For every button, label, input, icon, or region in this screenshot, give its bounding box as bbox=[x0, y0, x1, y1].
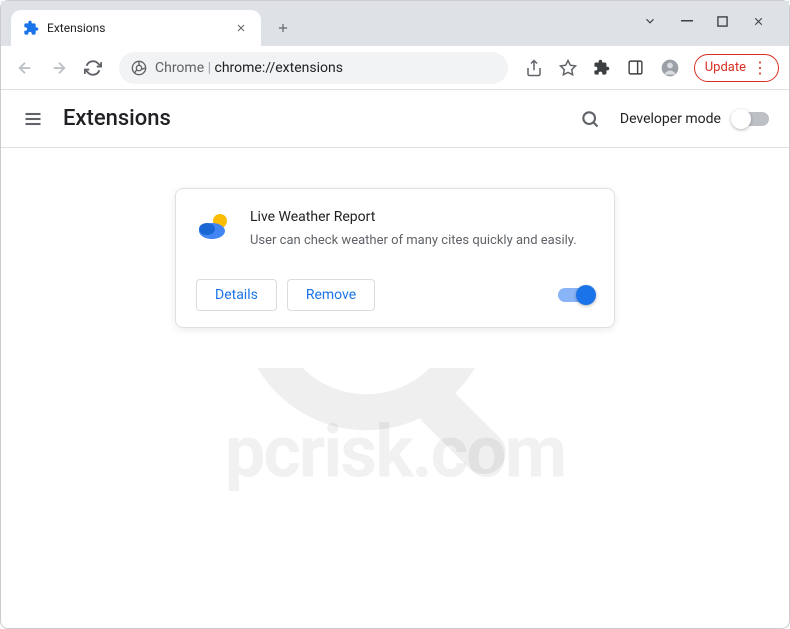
extension-card: Live Weather Report User can check weath… bbox=[175, 188, 615, 328]
browser-tab[interactable]: Extensions bbox=[11, 10, 261, 46]
extension-card-top: Live Weather Report User can check weath… bbox=[176, 189, 614, 271]
tab-title: Extensions bbox=[47, 21, 225, 35]
remove-button[interactable]: Remove bbox=[287, 279, 375, 311]
developer-mode-label: Developer mode bbox=[620, 111, 721, 127]
page-header: Extensions Developer mode bbox=[1, 90, 789, 148]
close-button[interactable] bbox=[752, 15, 765, 28]
sidepanel-icon[interactable] bbox=[622, 54, 650, 82]
chrome-icon bbox=[131, 60, 147, 76]
window-titlebar: Extensions bbox=[1, 1, 789, 46]
omnibox-url: chrome://extensions bbox=[215, 60, 343, 76]
browser-toolbar: Chrome | chrome://extensions Update ⋮ bbox=[1, 46, 789, 90]
chevron-down-icon[interactable] bbox=[643, 14, 657, 28]
weather-icon bbox=[196, 209, 232, 245]
bookmark-star-icon[interactable] bbox=[554, 54, 582, 82]
extensions-content: Live Weather Report User can check weath… bbox=[1, 148, 789, 368]
page-title: Extensions bbox=[63, 106, 576, 131]
omnibox-text: Chrome | chrome://extensions bbox=[155, 60, 343, 76]
extension-enable-toggle[interactable] bbox=[558, 288, 594, 302]
extension-puzzle-icon bbox=[23, 20, 39, 36]
extension-name: Live Weather Report bbox=[250, 209, 577, 225]
extension-description: User can check weather of many cites qui… bbox=[250, 231, 577, 251]
profile-avatar-icon[interactable] bbox=[656, 54, 684, 82]
address-bar[interactable]: Chrome | chrome://extensions bbox=[119, 52, 508, 84]
maximize-button[interactable] bbox=[717, 16, 728, 27]
details-button[interactable]: Details bbox=[196, 279, 277, 311]
minimize-button[interactable] bbox=[681, 15, 693, 27]
share-icon[interactable] bbox=[520, 54, 548, 82]
hamburger-menu-button[interactable] bbox=[21, 107, 45, 131]
reload-button[interactable] bbox=[79, 54, 107, 82]
window-controls bbox=[643, 1, 789, 41]
update-label: Update bbox=[705, 60, 746, 75]
extensions-puzzle-icon[interactable] bbox=[588, 54, 616, 82]
omnibox-prefix: Chrome bbox=[155, 60, 204, 76]
tab-close-button[interactable] bbox=[233, 20, 249, 36]
more-dots-icon: ⋮ bbox=[752, 60, 768, 76]
watermark-text: pcrisk.com bbox=[225, 410, 565, 495]
new-tab-button[interactable] bbox=[269, 14, 297, 42]
developer-mode-toggle[interactable] bbox=[733, 112, 769, 126]
forward-button[interactable] bbox=[45, 54, 73, 82]
update-button[interactable]: Update ⋮ bbox=[694, 54, 779, 82]
search-button[interactable] bbox=[576, 105, 604, 133]
extension-card-actions: Details Remove bbox=[176, 271, 614, 327]
back-button[interactable] bbox=[11, 54, 39, 82]
